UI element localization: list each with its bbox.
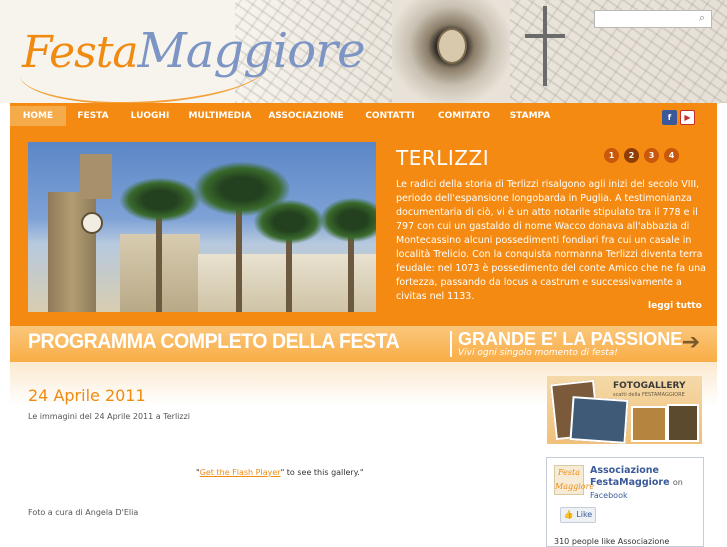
like-label: Like — [576, 510, 593, 519]
photo-tower-top — [80, 154, 112, 199]
statue-face — [437, 28, 467, 64]
hero-page-4[interactable]: 4 — [664, 148, 679, 163]
banner-subtitle: Vivi ogni singolo momento di festa! — [458, 348, 618, 358]
fotogallery-title: FOTOGALLERY — [613, 381, 686, 391]
search-input[interactable] — [597, 12, 689, 24]
hero-page-3[interactable]: 3 — [644, 148, 659, 163]
cross-icon — [520, 6, 570, 86]
nav-home[interactable]: HOME — [10, 106, 66, 126]
header: FestaMaggiore ⌕ — [0, 0, 727, 103]
search-icon[interactable]: ⌕ — [696, 12, 708, 24]
arrow-right-icon[interactable]: ➔ — [680, 332, 702, 354]
banner-slogan[interactable]: GRANDE E' LA PASSIONE — [458, 329, 682, 350]
gallery-thumb — [569, 396, 629, 444]
facebook-page-name-text[interactable]: Associazione FestaMaggiore — [590, 465, 670, 488]
hero-page-2[interactable]: 2 — [624, 148, 639, 163]
youtube-icon[interactable]: ▶ — [680, 110, 695, 125]
nav-multimedia[interactable]: MULTIMEDIA — [180, 106, 260, 126]
main-nav: HOME FESTA LUOGHI MULTIMEDIA ASSOCIAZION… — [10, 106, 717, 126]
hero-title: TERLIZZI — [396, 146, 490, 170]
nav-associazione[interactable]: ASSOCIAZIONE — [260, 106, 352, 126]
hero-page-1[interactable]: 1 — [604, 148, 619, 163]
facebook-on-text: on — [672, 478, 683, 487]
fotogallery-banner[interactable]: FOTOGALLERY scatti della FESTAMAGGIORE — [547, 376, 702, 444]
photo-tower — [48, 192, 96, 312]
nav-contatti[interactable]: CONTATTI — [352, 106, 428, 126]
nav-comitato[interactable]: COMITATO — [428, 106, 500, 126]
facebook-like-button[interactable]: 👍 Like — [560, 507, 596, 523]
banner-divider — [450, 331, 452, 357]
flash-notice: "Get the Flash Player" to see this galle… — [196, 468, 364, 477]
facebook-icon[interactable]: f — [662, 110, 677, 125]
read-more-link[interactable]: leggi tutto — [648, 301, 702, 311]
hero-pagination: 1 2 3 4 — [604, 148, 679, 163]
nav-stampa[interactable]: STAMPA — [500, 106, 560, 126]
fotogallery-subtitle: scatti della FESTAMAGGIORE — [613, 392, 685, 398]
flash-notice-text: to see this gallery. — [284, 468, 360, 477]
hero-text: Le radici della storia di Terlizzi risal… — [396, 179, 706, 302]
banner-title[interactable]: PROGRAMMA COMPLETO DELLA FESTA — [28, 330, 400, 354]
logo-maggiore: Maggiore — [137, 23, 366, 79]
facebook-page-avatar[interactable]: Festa Maggiore — [554, 465, 594, 495]
facebook-label: Facebook — [590, 491, 628, 500]
hero-photo — [28, 142, 376, 312]
palm-leaves — [120, 178, 200, 222]
gallery-thumb — [667, 404, 699, 442]
photo-credit: Foto a cura di Angela D'Elia — [28, 508, 139, 517]
nav-festa[interactable]: FESTA — [66, 106, 120, 126]
page-subtitle: Le immagini del 24 Aprile 2011 a Terlizz… — [28, 412, 191, 421]
palm-leaves — [320, 198, 376, 242]
nav-luoghi[interactable]: LUOGHI — [120, 106, 180, 126]
search-box[interactable]: ⌕ — [594, 10, 712, 28]
palm-leaves — [254, 200, 324, 244]
gallery-thumb — [631, 406, 667, 442]
page-title: 24 Aprile 2011 — [28, 386, 146, 405]
clock-icon — [81, 212, 103, 234]
facebook-page-name[interactable]: Associazione FestaMaggiore on — [590, 465, 700, 489]
flash-player-link[interactable]: Get the Flash Player — [200, 468, 281, 477]
site-logo[interactable]: FestaMaggiore — [22, 6, 366, 96]
logo-festa: Festa — [22, 27, 139, 78]
